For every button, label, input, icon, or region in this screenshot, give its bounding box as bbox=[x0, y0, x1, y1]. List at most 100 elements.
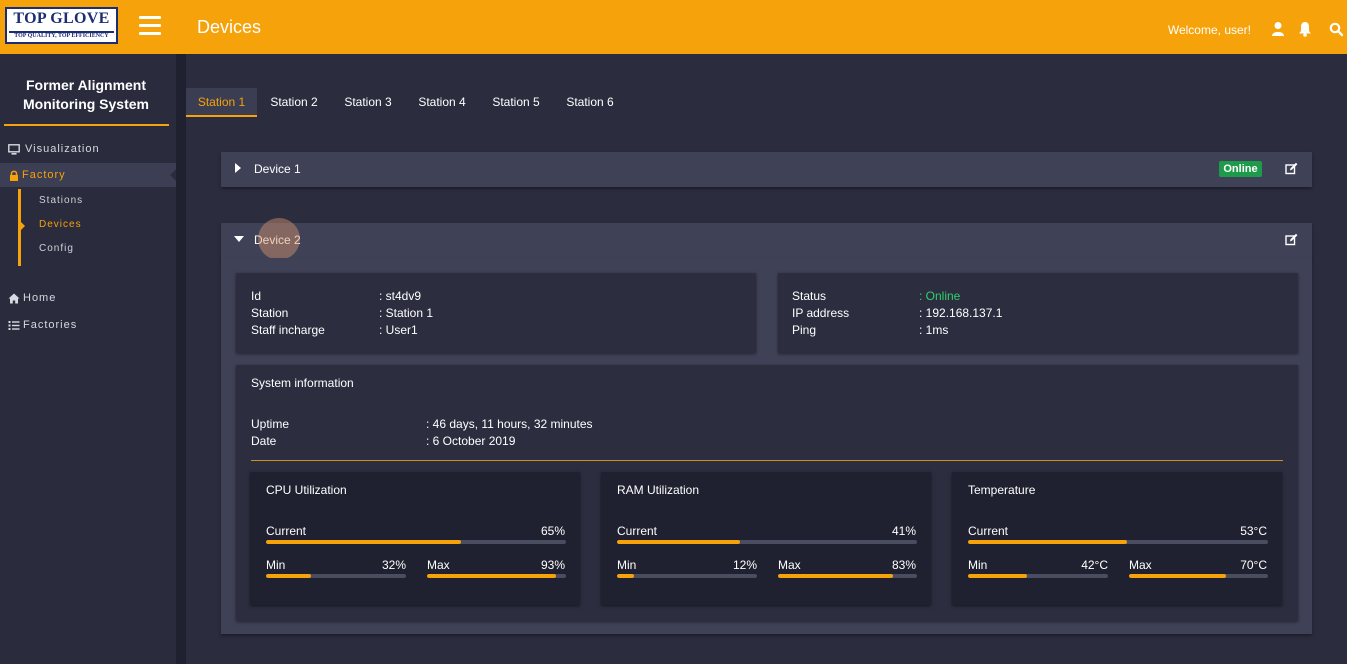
sidebar-item-label: Visualization bbox=[25, 143, 100, 155]
max-bar bbox=[1129, 574, 1268, 578]
current-bar bbox=[266, 540, 566, 544]
sidebar-shadow bbox=[176, 54, 186, 664]
sidebar-subitem-config[interactable]: Config bbox=[39, 243, 74, 254]
device-1-header[interactable]: Device 1 Online bbox=[221, 152, 1312, 187]
system-information-panel: System information Uptime : 46 days, 11 … bbox=[236, 365, 1298, 621]
max-label: Max bbox=[1129, 558, 1152, 572]
current-label: Current bbox=[266, 524, 307, 538]
top-bar: TOP GLOVE TOP QUALITY, TOP EFFICIENCY De… bbox=[0, 0, 1347, 54]
monitor-icon bbox=[8, 144, 20, 155]
sidebar-item-label: Factory bbox=[22, 169, 66, 181]
click-indicator bbox=[258, 218, 300, 260]
lock-icon bbox=[10, 170, 18, 181]
section-divider bbox=[251, 460, 1283, 461]
station-value: : Station 1 bbox=[379, 306, 434, 320]
max-bar bbox=[778, 574, 917, 578]
edit-icon[interactable] bbox=[1285, 162, 1298, 175]
page-title: Devices bbox=[197, 17, 262, 37]
sidebar-subitem-stations[interactable]: Stations bbox=[39, 195, 83, 206]
sidebar-item-label: Home bbox=[23, 292, 57, 304]
progress-fill bbox=[778, 574, 894, 578]
min-label: Min bbox=[968, 558, 988, 572]
tab-station-5[interactable]: Station 5 bbox=[480, 88, 552, 117]
max-value: 93% bbox=[540, 558, 565, 572]
tab-station-3[interactable]: Station 3 bbox=[332, 88, 404, 117]
sidebar-item-home[interactable]: Home bbox=[0, 286, 176, 310]
sidebar-item-visualization[interactable]: Visualization bbox=[0, 137, 176, 161]
edit-icon[interactable] bbox=[1285, 233, 1298, 246]
sidebar-item-label: Factories bbox=[23, 319, 78, 331]
current-label: Current bbox=[617, 524, 658, 538]
system-title-line1: Former Alignment bbox=[25, 77, 147, 93]
metric-title: CPU Utilization bbox=[266, 483, 347, 497]
min-value: 42°C bbox=[1081, 558, 1108, 572]
system-info-title: System information bbox=[251, 376, 354, 390]
metric-card-ram: RAM Utilization Current 41% Min 12% Max … bbox=[601, 472, 931, 605]
current-label: Current bbox=[968, 524, 1009, 538]
sidebar-item-factories[interactable]: Factories bbox=[0, 313, 176, 337]
network-status-card: Status : Online IP address : 192.168.137… bbox=[778, 273, 1298, 353]
tab-station-4[interactable]: Station 4 bbox=[406, 88, 478, 117]
current-value: 65% bbox=[540, 524, 565, 538]
list-icon bbox=[8, 321, 20, 330]
staff-value: : User1 bbox=[379, 323, 418, 337]
ping-label: Ping bbox=[792, 323, 817, 337]
max-label: Max bbox=[778, 558, 801, 572]
tab-station-6[interactable]: Station 6 bbox=[554, 88, 626, 117]
uptime-label: Uptime bbox=[251, 417, 290, 431]
max-bar bbox=[427, 574, 566, 578]
device-2-header[interactable]: Device 2 bbox=[221, 223, 1312, 258]
progress-fill bbox=[427, 574, 557, 578]
min-label: Min bbox=[266, 558, 286, 572]
logo-text: TOP GLOVE bbox=[13, 10, 110, 27]
brand-logo[interactable]: TOP GLOVE TOP QUALITY, TOP EFFICIENCY bbox=[5, 7, 118, 44]
current-value: 53°C bbox=[1240, 524, 1267, 538]
max-value: 70°C bbox=[1240, 558, 1267, 572]
max-value: 83% bbox=[891, 558, 916, 572]
status-value: : Online bbox=[919, 289, 961, 303]
user-icon[interactable] bbox=[1271, 21, 1285, 37]
menu-toggle-icon[interactable] bbox=[139, 16, 163, 36]
uptime-value: : 46 days, 11 hours, 32 minutes bbox=[426, 417, 593, 431]
max-label: Max bbox=[427, 558, 450, 572]
min-bar bbox=[617, 574, 757, 578]
current-bar bbox=[968, 540, 1268, 544]
status-badge: Online bbox=[1219, 161, 1262, 177]
min-bar bbox=[266, 574, 406, 578]
title-underline bbox=[4, 124, 169, 126]
sidebar-subitem-devices[interactable]: Devices bbox=[39, 219, 82, 230]
metric-title: Temperature bbox=[968, 483, 1036, 497]
metric-card-cpu: CPU Utilization Current 65% Min 32% Max … bbox=[250, 472, 580, 605]
progress-fill bbox=[266, 540, 461, 544]
progress-fill bbox=[617, 540, 740, 544]
min-value: 12% bbox=[732, 558, 757, 572]
progress-fill bbox=[266, 574, 311, 578]
metric-card-temperature: Temperature Current 53°C Min 42°C Max 70… bbox=[952, 472, 1282, 605]
system-title: Former Alignment Monitoring System bbox=[0, 76, 172, 114]
device-1-name: Device 1 bbox=[254, 162, 301, 176]
date-value: : 6 October 2019 bbox=[426, 434, 516, 448]
expand-caret-icon bbox=[235, 163, 241, 173]
metric-title: RAM Utilization bbox=[617, 483, 700, 497]
progress-fill bbox=[968, 540, 1127, 544]
ip-value: : 192.168.137.1 bbox=[919, 306, 1003, 320]
sidebar-item-factory[interactable]: Factory bbox=[0, 163, 176, 187]
search-icon[interactable] bbox=[1329, 21, 1343, 37]
progress-fill bbox=[1129, 574, 1227, 578]
welcome-text: Welcome, user! bbox=[1167, 23, 1251, 37]
ping-value: : 1ms bbox=[919, 323, 949, 337]
tab-station-1[interactable]: Station 1 bbox=[186, 88, 257, 117]
current-bar bbox=[617, 540, 917, 544]
progress-fill bbox=[617, 574, 634, 578]
status-label: Status bbox=[792, 289, 827, 303]
bell-icon[interactable] bbox=[1298, 21, 1312, 37]
id-value: : st4dv9 bbox=[379, 289, 422, 303]
ip-label: IP address bbox=[792, 306, 850, 320]
collapse-caret-icon bbox=[234, 236, 244, 242]
current-value: 41% bbox=[891, 524, 916, 538]
tab-station-2[interactable]: Station 2 bbox=[258, 88, 330, 117]
progress-fill bbox=[968, 574, 1027, 578]
date-label: Date bbox=[251, 434, 277, 448]
min-value: 32% bbox=[381, 558, 406, 572]
sidebar: Former Alignment Monitoring System Visua… bbox=[0, 54, 176, 664]
